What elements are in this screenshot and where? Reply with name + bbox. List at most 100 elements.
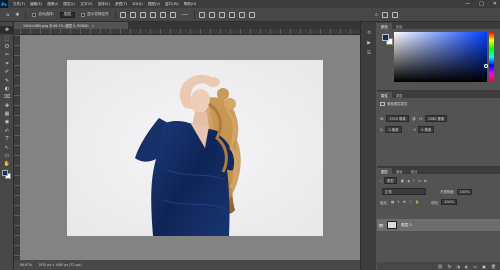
zoom-level[interactable]: 66.67% <box>20 263 32 267</box>
layer-row[interactable]: 👁 图层 0 <box>377 219 500 231</box>
tab-properties[interactable]: 属性 <box>377 92 392 98</box>
home-icon[interactable]: ⌂ <box>6 12 9 18</box>
close-window-button[interactable]: ✕ <box>493 1 497 7</box>
align-middle-icon[interactable] <box>159 11 166 18</box>
lock-all-icon[interactable]: 🔒 <box>415 200 419 204</box>
panel-foreground-color[interactable] <box>382 34 389 41</box>
layer-filter-dropdown[interactable]: 类型 <box>383 177 397 184</box>
menu-image[interactable]: 图像(I) <box>47 2 58 7</box>
width-field[interactable]: 1920 像素 <box>386 115 409 122</box>
fill-field[interactable]: 100% <box>441 199 457 205</box>
filter-shape-icon[interactable]: ▭ <box>418 179 421 183</box>
lock-brush-icon[interactable]: ✎ <box>397 200 400 204</box>
height-field[interactable]: 1080 像素 <box>424 115 448 122</box>
layer-style-icon[interactable]: fx <box>448 264 452 269</box>
filter-smart-icon[interactable]: ⧉ <box>424 179 426 183</box>
quick-select-tool[interactable]: ✂ <box>0 51 14 59</box>
color-picker-cursor[interactable] <box>484 64 488 68</box>
auto-select-dropdown[interactable]: 图层 <box>59 11 76 18</box>
tab-channels[interactable]: 通道 <box>392 168 407 174</box>
lock-pixels-icon[interactable]: ▦ <box>391 200 394 204</box>
align-bottom-icon[interactable] <box>169 11 176 18</box>
eyedropper-tool[interactable]: ✐ <box>0 68 14 76</box>
path-select-tool[interactable]: ↖ <box>0 143 14 151</box>
actions-icon[interactable]: ▶ <box>361 38 377 48</box>
new-layer-icon[interactable]: ▣ <box>482 264 486 269</box>
tab-swatches[interactable]: 色板 <box>392 23 407 29</box>
lock-artboard-icon[interactable]: ⬚ <box>409 200 412 204</box>
document-tab[interactable]: 1920x1080.png @ 66.7% (图层 0, RGB/8) × <box>20 22 128 29</box>
filter-adjust-icon[interactable]: ◑ <box>407 179 410 183</box>
history-icon[interactable]: ⟲ <box>361 28 377 38</box>
y-field[interactable]: 0 像素 <box>418 126 435 133</box>
workspace-icon[interactable] <box>381 11 388 18</box>
menu-select[interactable]: 选择(S) <box>98 2 110 7</box>
eraser-tool[interactable]: ▦ <box>0 110 14 118</box>
align-top-icon[interactable] <box>149 11 156 18</box>
menu-help[interactable]: 帮助(H) <box>184 2 197 7</box>
visibility-eye-icon[interactable]: 👁 <box>377 223 385 228</box>
add-mask-icon[interactable]: ◑ <box>456 264 460 269</box>
3d-rotate-icon[interactable] <box>209 11 216 18</box>
hand-tool[interactable]: ✋ <box>0 160 14 168</box>
show-transform-checkbox[interactable] <box>81 12 86 17</box>
3d-slide-icon[interactable] <box>239 11 246 18</box>
link-icon[interactable]: ⛓ <box>412 117 416 121</box>
foreground-color-swatch[interactable] <box>2 170 8 176</box>
search-icon[interactable]: ⌕ <box>375 12 378 18</box>
blend-mode-dropdown[interactable]: 正常 <box>382 188 426 195</box>
filter-type-icon[interactable]: T <box>413 179 415 183</box>
filter-pixel-icon[interactable]: ▣ <box>401 179 404 183</box>
3d-scale-icon[interactable] <box>249 11 256 18</box>
rectangle-tool[interactable]: ▭ <box>0 152 14 160</box>
more-options-icon[interactable]: ••• <box>182 13 188 17</box>
adjustment-layer-icon[interactable]: ◐ <box>465 264 469 269</box>
delete-layer-icon[interactable]: 🗑 <box>491 264 496 269</box>
3d-roll-icon[interactable] <box>219 11 226 18</box>
align-right-icon[interactable] <box>139 11 146 18</box>
brush-tool[interactable]: ◐ <box>0 85 14 93</box>
maximize-button[interactable]: □ <box>479 1 484 7</box>
auto-select-option[interactable]: 自动选择: <box>32 12 54 17</box>
move-tool-icon[interactable]: ✥ <box>15 12 19 18</box>
auto-select-checkbox[interactable] <box>32 12 37 17</box>
lasso-tool[interactable]: ʘ <box>0 43 14 51</box>
align-left-icon[interactable] <box>119 11 126 18</box>
tab-paths[interactable]: 路径 <box>407 168 422 174</box>
move-tool[interactable]: ✥ <box>0 26 14 35</box>
menu-filter[interactable]: 滤镜(T) <box>115 2 127 7</box>
layer-thumbnail[interactable] <box>387 221 397 229</box>
align-center-icon[interactable] <box>129 11 136 18</box>
x-field[interactable]: 0 像素 <box>385 126 402 133</box>
type-tool[interactable]: T <box>0 135 14 143</box>
lock-move-icon[interactable]: ✥ <box>403 200 406 204</box>
tab-color[interactable]: 颜色 <box>377 23 392 29</box>
menu-layer[interactable]: 图层(L) <box>63 2 75 7</box>
history-brush-tool[interactable]: ✚ <box>0 102 14 110</box>
tab-adjustments[interactable]: 调整 <box>392 92 407 98</box>
new-group-icon[interactable]: ▭ <box>473 264 477 269</box>
menu-type[interactable]: 文字(Y) <box>80 2 92 7</box>
close-tab-icon[interactable]: × <box>91 24 94 28</box>
pen-tool[interactable]: ✍ <box>0 127 14 135</box>
document-image[interactable] <box>67 60 323 236</box>
healing-brush-tool[interactable]: ✎ <box>0 76 14 84</box>
menu-view[interactable]: 视图(V) <box>148 2 160 7</box>
hue-slider[interactable] <box>489 32 494 82</box>
menu-file[interactable]: 文件(F) <box>13 2 25 7</box>
menu-window[interactable]: 窗口(W) <box>165 2 179 7</box>
link-layers-icon[interactable]: ⛓ <box>438 264 443 269</box>
3d-mode-icon[interactable] <box>199 11 206 18</box>
3d-pan-icon[interactable] <box>229 11 236 18</box>
menu-3d[interactable]: 3D(D) <box>132 2 143 6</box>
color-picker-field[interactable] <box>394 32 487 82</box>
minimize-button[interactable]: — <box>465 1 470 7</box>
show-transform-option[interactable]: 显示变换控件 <box>81 12 109 17</box>
gradient-tool[interactable]: ◉ <box>0 118 14 126</box>
marquee-tool[interactable]: ⬚ <box>0 34 14 42</box>
properties-icon[interactable]: ☰ <box>361 48 377 58</box>
tab-layers[interactable]: 图层 <box>377 168 392 174</box>
share-icon[interactable] <box>391 11 398 18</box>
opacity-field[interactable]: 100% <box>456 188 473 195</box>
canvas-area[interactable] <box>20 35 360 260</box>
